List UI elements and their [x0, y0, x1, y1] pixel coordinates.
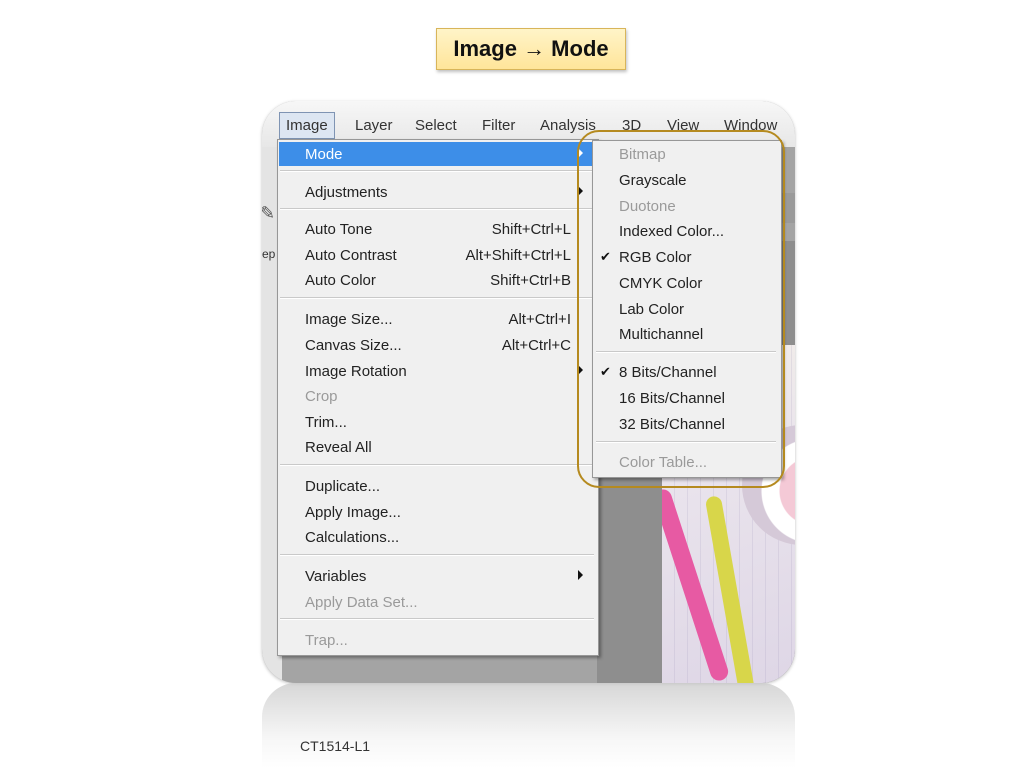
menu-separator: [280, 297, 594, 299]
menu-item-apply-data-set[interactable]: Apply Data Set...: [279, 590, 597, 614]
menu-item-trim[interactable]: Trim...: [279, 410, 597, 434]
menu-item-image-size[interactable]: Image Size... Alt+Ctrl+I: [279, 307, 597, 331]
menu-item-image-rotation[interactable]: Image Rotation: [279, 359, 597, 383]
submenu-arrow-icon: [578, 570, 583, 580]
menu-item-variables[interactable]: Variables: [279, 564, 597, 588]
screenshot-reflection: [262, 683, 795, 768]
slide-footer: CT1514-L1: [300, 738, 371, 754]
shortcut-text: Alt+Shift+Ctrl+L: [465, 247, 571, 264]
menu-item-crop[interactable]: Crop: [279, 384, 597, 408]
menu-layer[interactable]: Layer: [355, 117, 393, 134]
menu-item-adjustments[interactable]: Adjustments: [279, 180, 597, 204]
menu-item-calculations[interactable]: Calculations...: [279, 525, 597, 549]
menu-item-auto-tone[interactable]: Auto Tone Shift+Ctrl+L: [279, 217, 597, 241]
menu-filter[interactable]: Filter: [482, 117, 515, 134]
menu-separator: [280, 554, 594, 556]
shortcut-text: Shift+Ctrl+B: [490, 272, 571, 289]
menu-separator: [280, 618, 594, 620]
menu-separator: [280, 464, 594, 466]
menu-item-auto-contrast[interactable]: Auto Contrast Alt+Shift+Ctrl+L: [279, 243, 597, 267]
strip-label: ep: [262, 247, 276, 261]
menu-item-trap[interactable]: Trap...: [279, 628, 597, 652]
menu-item-apply-image[interactable]: Apply Image...: [279, 500, 597, 524]
image-menu-dropdown: Mode Adjustments Auto Tone Shift+Ctrl+L …: [277, 139, 599, 656]
menu-analysis[interactable]: Analysis: [540, 117, 596, 134]
menu-item-reveal-all[interactable]: Reveal All: [279, 435, 597, 459]
shortcut-text: Alt+Ctrl+C: [501, 337, 571, 354]
shortcut-text: Alt+Ctrl+I: [508, 311, 571, 328]
shortcut-text: Shift+Ctrl+L: [491, 221, 571, 238]
menu-item-duplicate[interactable]: Duplicate...: [279, 474, 597, 498]
menu-image[interactable]: Image: [279, 112, 335, 139]
highlight-callout: [577, 130, 785, 488]
menu-separator: [280, 170, 594, 172]
menu-separator: [280, 208, 594, 210]
menu-item-mode[interactable]: Mode: [279, 142, 597, 166]
menu-item-auto-color[interactable]: Auto Color Shift+Ctrl+B: [279, 268, 597, 292]
menu-select[interactable]: Select: [415, 117, 457, 134]
menu-item-canvas-size[interactable]: Canvas Size... Alt+Ctrl+C: [279, 333, 597, 357]
slide-title: Image → Mode: [436, 28, 626, 70]
brush-icon[interactable]: ✎: [262, 203, 275, 224]
